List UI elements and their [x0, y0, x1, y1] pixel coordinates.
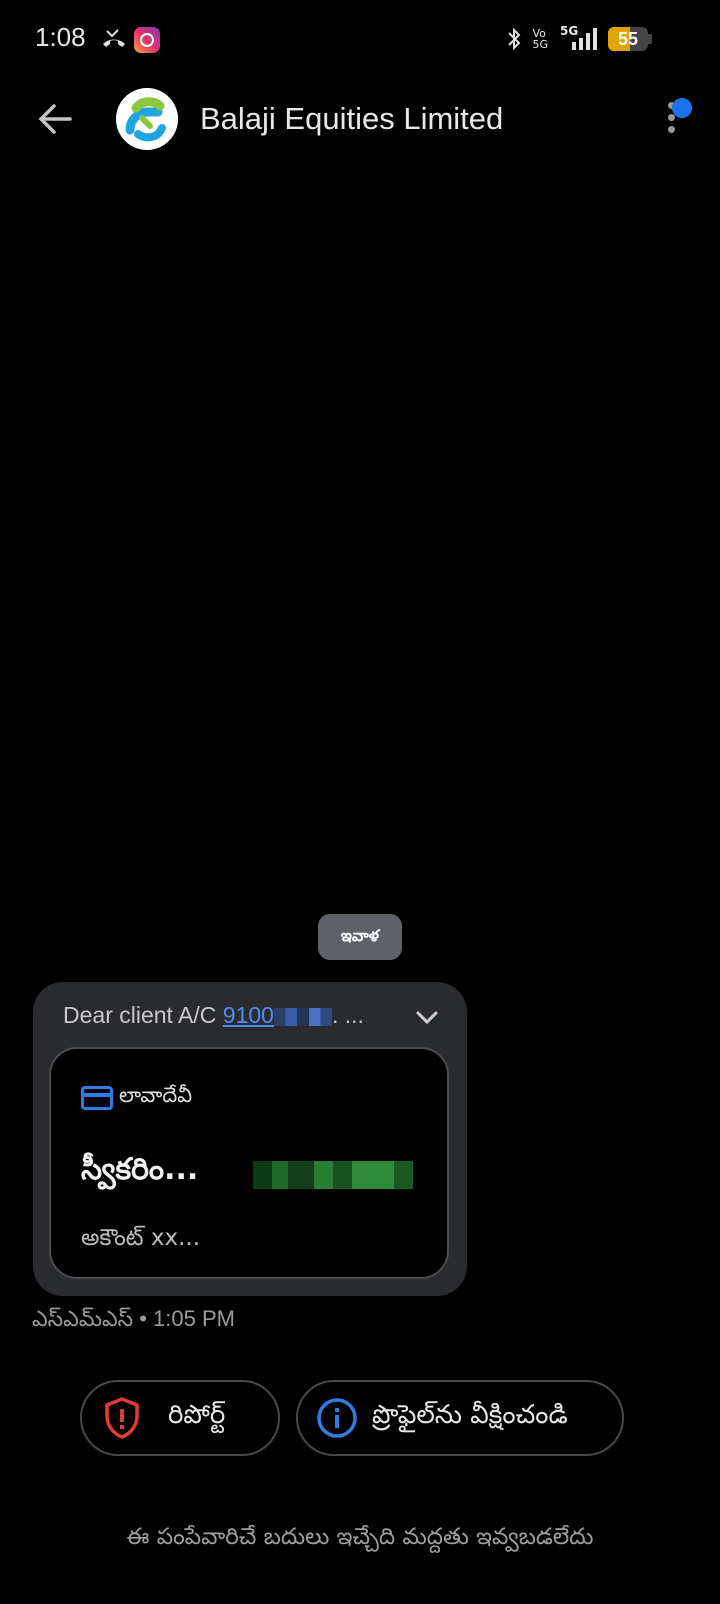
missed-call-icon: [103, 29, 125, 47]
message-preview: Dear client A/C 9100. ...: [63, 1002, 364, 1028]
credit-card-icon: [81, 1086, 113, 1110]
transaction-title: స్వీకరిం...: [81, 1152, 199, 1187]
conversation-title: Balaji Equities Limited: [200, 101, 504, 136]
redacted-amount: [253, 1161, 413, 1189]
back-button[interactable]: [34, 98, 76, 140]
instagram-icon: [134, 27, 160, 53]
status-time: 1:08: [35, 22, 86, 52]
transaction-category: లావాదేవీ: [81, 1083, 192, 1113]
report-button[interactable]: రిపోర్ట్: [80, 1380, 280, 1456]
chevron-down-icon: [416, 1011, 438, 1025]
sender-avatar[interactable]: [116, 88, 178, 150]
bluetooth-icon: [508, 27, 521, 51]
date-divider-chip: ఇవాళ: [318, 914, 402, 960]
arrow-left-icon: [38, 104, 72, 134]
expand-message-button[interactable]: [411, 1002, 443, 1034]
battery-icon: 55: [608, 27, 648, 51]
signal-icon: 5G: [558, 24, 598, 52]
notification-dot: [672, 98, 692, 118]
message-bubble[interactable]: Dear client A/C 9100. ... లావాదేవీ స్వీక…: [33, 982, 467, 1296]
balaji-logo-icon: [116, 88, 178, 150]
view-profile-button[interactable]: ప్రొఫైల్‌ను వీక్షించండి: [296, 1380, 624, 1456]
transaction-account: అకౌంట్ xx...: [81, 1225, 201, 1251]
shield-alert-icon: [105, 1397, 139, 1439]
account-number-link[interactable]: 9100: [223, 1002, 274, 1028]
reply-not-supported-notice: ఈ పంపేవారిచే బదులు ఇచ్చేది మద్దతు ఇవ్వబడ…: [126, 1524, 594, 1550]
transaction-card[interactable]: లావాదేవీ స్వీకరిం... అకౌంట్ xx...: [49, 1047, 449, 1279]
more-options-button[interactable]: [652, 98, 692, 140]
message-meta: ఎస్ఎమ్ఎస్ • 1:05 PM: [32, 1306, 235, 1331]
info-icon: [317, 1398, 357, 1438]
status-right-group: Vo 5G 5G 55: [506, 24, 652, 52]
volte-indicator: Vo 5G: [532, 27, 548, 51]
redacted-account-digits: [273, 1007, 332, 1026]
